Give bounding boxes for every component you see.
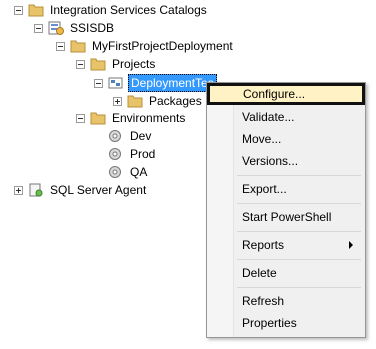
environment-icon <box>108 165 124 179</box>
tree-label: Integration Services Catalogs <box>50 3 207 17</box>
context-menu: Configure... Validate... Move... Version… <box>206 82 366 338</box>
tree-node-deployment-test[interactable]: DeploymentTes <box>94 74 217 92</box>
tree-node-projects[interactable]: Projects <box>76 55 157 73</box>
folder-icon <box>70 39 86 53</box>
collapse-icon[interactable] <box>56 41 65 51</box>
tree-node-prod[interactable]: Prod <box>94 145 157 163</box>
collapse-icon[interactable] <box>14 5 23 15</box>
menu-item-validate[interactable]: Validate... <box>209 106 363 128</box>
tree-label: SQL Server Agent <box>50 183 147 197</box>
collapse-icon[interactable] <box>76 113 85 123</box>
tree-label: QA <box>130 165 148 179</box>
collapse-icon[interactable] <box>76 59 85 69</box>
tree-node-integration-services-catalogs[interactable]: Integration Services Catalogs <box>14 1 209 19</box>
menu-item-refresh[interactable]: Refresh <box>209 290 363 312</box>
menu-separator <box>237 175 361 176</box>
collapse-icon[interactable] <box>34 23 43 33</box>
environment-icon <box>108 129 124 143</box>
tree-label: Packages <box>149 94 202 108</box>
tree-node-packages[interactable]: Packages <box>113 92 204 110</box>
submenu-arrow-icon <box>349 241 353 249</box>
tree-node-qa[interactable]: QA <box>94 163 149 181</box>
project-icon <box>108 76 124 90</box>
menu-item-start-powershell[interactable]: Start PowerShell <box>209 206 363 228</box>
folder-icon <box>28 3 44 17</box>
sql-agent-icon <box>28 183 44 197</box>
tree-label: SSISDB <box>70 21 115 35</box>
menu-separator <box>237 231 361 232</box>
environment-icon <box>108 147 124 161</box>
menu-item-delete[interactable]: Delete <box>209 262 363 284</box>
catalog-database-icon <box>48 21 64 35</box>
tree-label: Dev <box>130 129 152 143</box>
menu-item-reports[interactable]: Reports <box>209 234 363 256</box>
collapse-icon[interactable] <box>94 78 103 88</box>
tree-node-ssisdb[interactable]: SSISDB <box>34 19 116 37</box>
expand-icon[interactable] <box>14 185 23 195</box>
tree-node-dev[interactable]: Dev <box>94 127 153 145</box>
tree-node-sql-server-agent[interactable]: SQL Server Agent <box>14 181 148 199</box>
menu-separator <box>237 287 361 288</box>
menu-item-configure[interactable]: Configure... <box>207 83 365 105</box>
menu-separator <box>237 203 361 204</box>
tree-node-environments[interactable]: Environments <box>76 109 187 127</box>
folder-icon <box>90 111 106 125</box>
tree-label: Environments <box>112 111 186 125</box>
folder-icon <box>90 57 106 71</box>
menu-item-move[interactable]: Move... <box>209 128 363 150</box>
menu-item-export[interactable]: Export... <box>209 178 363 200</box>
menu-item-versions[interactable]: Versions... <box>209 150 363 172</box>
tree-label-selected: DeploymentTes <box>128 74 217 92</box>
tree-node-my-first-project-deployment[interactable]: MyFirstProjectDeployment <box>56 37 235 55</box>
menu-separator <box>237 259 361 260</box>
tree-label: MyFirstProjectDeployment <box>92 39 233 53</box>
tree-label: Projects <box>112 57 156 71</box>
menu-item-properties[interactable]: Properties <box>209 312 363 334</box>
expand-icon[interactable] <box>113 96 122 106</box>
tree-label: Prod <box>130 147 156 161</box>
folder-icon <box>127 94 143 108</box>
